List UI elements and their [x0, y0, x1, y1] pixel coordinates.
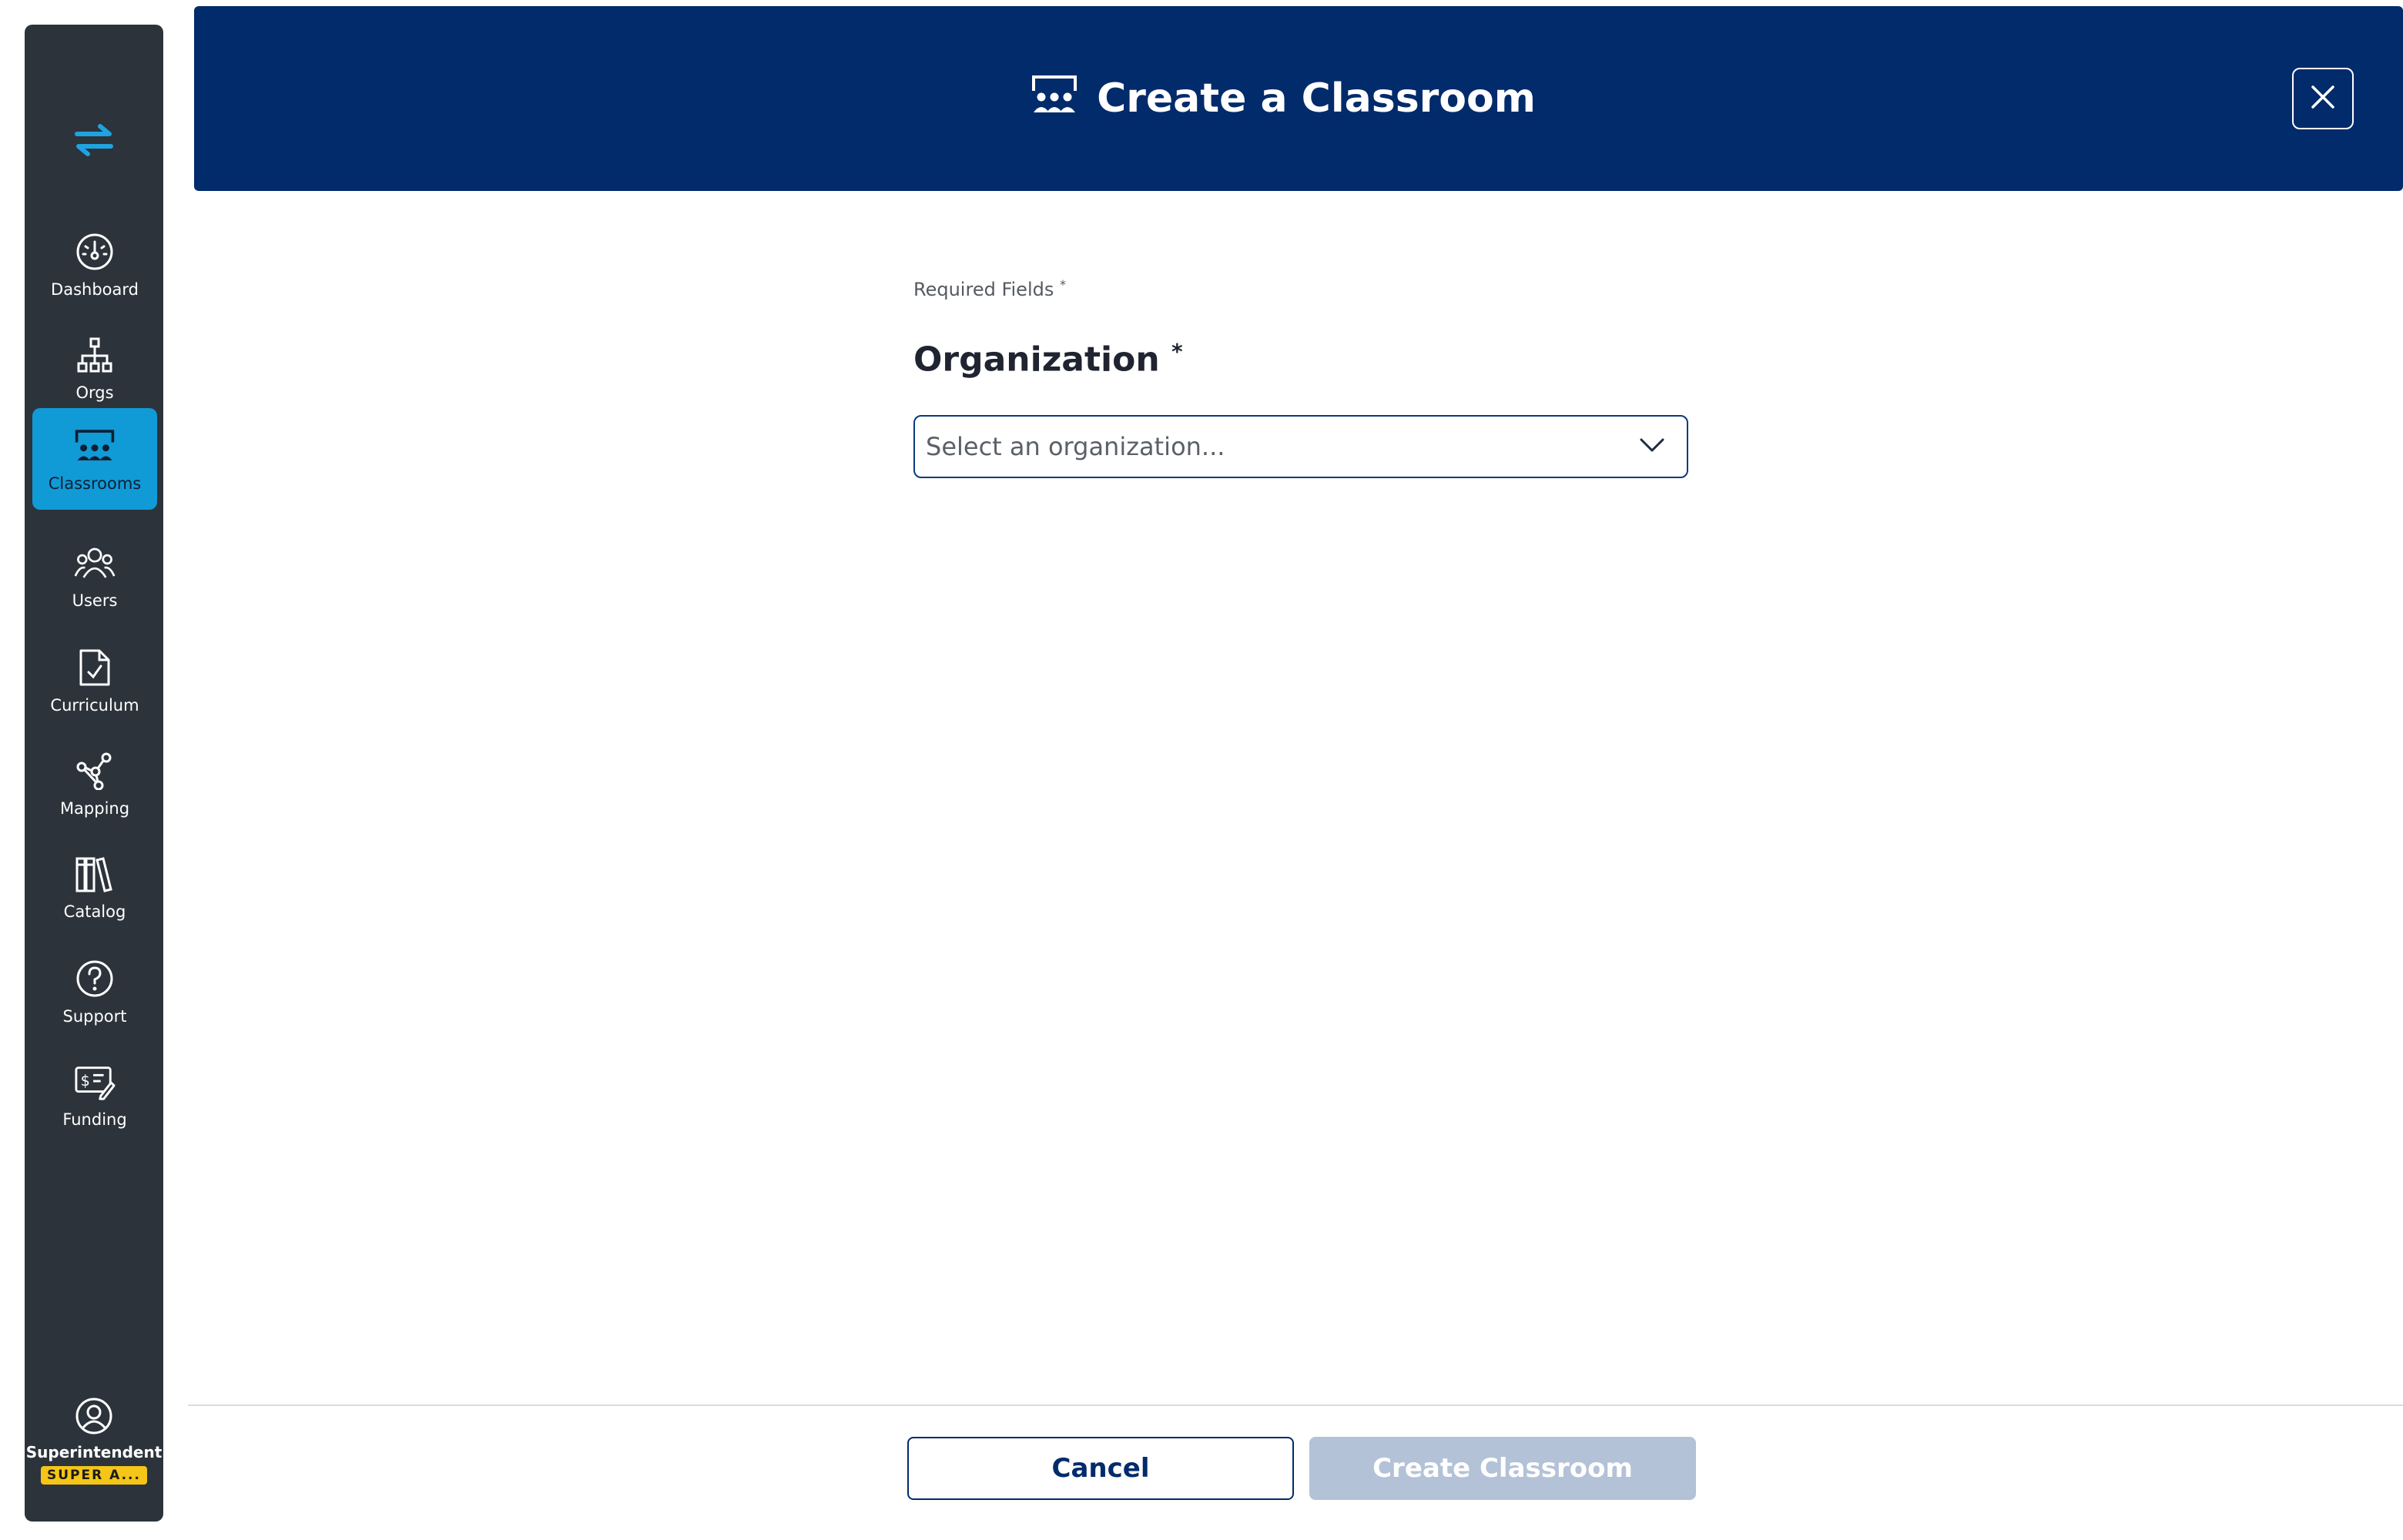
create-classroom-page: Dashboard Orgs Classrooms Users Curricul: [0, 0, 2403, 1540]
network-icon: [74, 750, 116, 792]
organization-label: Organization *: [913, 339, 1688, 380]
sidebar-item-label: Mapping: [59, 799, 130, 818]
create-classroom-form: Required Fields * Organization * Select …: [913, 277, 1688, 478]
question-icon: [74, 958, 116, 999]
role-badge: SUPER A...: [41, 1466, 147, 1485]
required-fields-note: Required Fields *: [913, 277, 1688, 300]
footer-divider: [188, 1404, 2403, 1406]
page-title-text: Create a Classroom: [1097, 75, 1536, 122]
cancel-button[interactable]: Cancel: [907, 1437, 1294, 1500]
sidebar-item-orgs[interactable]: Orgs: [32, 317, 157, 419]
sidebar-item-label: Curriculum: [50, 696, 139, 715]
funding-icon: $: [74, 1061, 116, 1103]
sidebar-item-label: Dashboard: [51, 280, 139, 299]
classroom-icon: [1031, 74, 1078, 124]
organization-select[interactable]: Select an organization...: [913, 414, 1688, 478]
sidebar-item-curriculum[interactable]: Curriculum: [32, 630, 157, 732]
sidebar-item-classrooms[interactable]: Classrooms: [32, 408, 157, 510]
users-icon: [74, 542, 116, 584]
modal-header: Create a Classroom: [194, 6, 2403, 191]
required-note-text: Required Fields: [913, 279, 1054, 300]
organization-label-text: Organization: [913, 340, 1160, 380]
sidebar-item-mapping[interactable]: Mapping: [32, 733, 157, 835]
chevron-down-icon: [1639, 437, 1665, 456]
sidebar-item-label: Funding: [62, 1110, 127, 1129]
gauge-icon: [74, 231, 116, 273]
swap-arrows-icon[interactable]: [25, 109, 163, 171]
user-profile[interactable]: Superintendent SUPER A...: [25, 1397, 163, 1505]
user-name: Superintendent: [25, 1443, 163, 1461]
sidebar-item-catalog[interactable]: Catalog: [32, 836, 157, 938]
sidebar-item-users[interactable]: Users: [32, 525, 157, 627]
sidebar: Dashboard Orgs Classrooms Users Curricul: [25, 25, 163, 1522]
org-chart-icon: [74, 334, 116, 376]
close-button[interactable]: [2292, 68, 2354, 129]
document-check-icon: [74, 647, 116, 688]
sidebar-item-label: Users: [72, 591, 118, 610]
sidebar-item-support[interactable]: Support: [32, 941, 157, 1043]
sidebar-item-funding[interactable]: $ Funding: [32, 1044, 157, 1146]
classroom-icon: [74, 425, 116, 467]
sidebar-item-label: Support: [62, 1007, 127, 1026]
sidebar-item-label: Orgs: [75, 383, 114, 402]
organization-select-value: Select an organization...: [926, 431, 1225, 461]
required-marker: *: [1171, 339, 1183, 364]
create-classroom-button[interactable]: Create Classroom: [1309, 1437, 1696, 1500]
page-title: Create a Classroom: [194, 6, 2403, 191]
sidebar-item-label: Classrooms: [48, 474, 142, 493]
required-marker: *: [1059, 277, 1066, 292]
close-icon: [2310, 84, 2336, 113]
sidebar-item-label: Catalog: [63, 902, 126, 921]
sidebar-item-dashboard[interactable]: Dashboard: [32, 214, 157, 316]
svg-text:$: $: [81, 1072, 90, 1090]
user-circle-icon: [75, 1397, 113, 1438]
books-icon: [74, 853, 116, 895]
